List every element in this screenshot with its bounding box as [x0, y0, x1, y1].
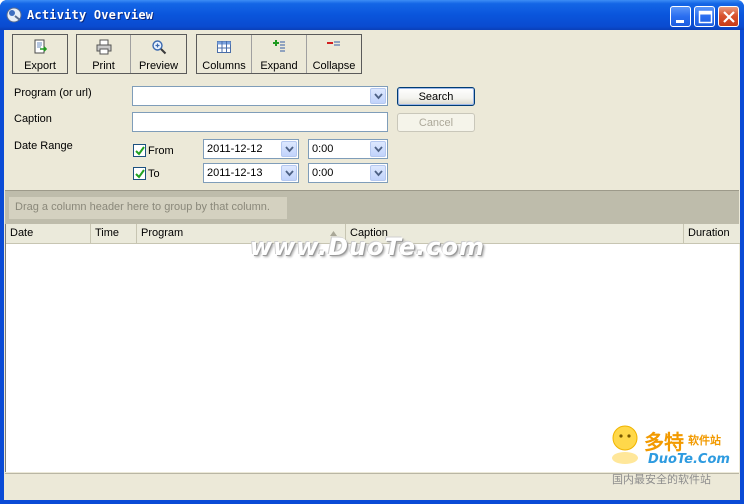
printer-icon — [96, 39, 111, 55]
corner-watermark-tagline: 国内最安全的软件站 — [612, 473, 711, 486]
collapse-label: Collapse — [312, 60, 356, 72]
search-button[interactable]: Search — [397, 87, 475, 106]
caption-label: Caption — [14, 113, 52, 125]
print-label: Print — [92, 60, 115, 72]
column-header-date[interactable]: Date — [6, 224, 91, 244]
chevron-down-icon — [374, 170, 383, 177]
cancel-button[interactable]: Cancel — [397, 113, 475, 132]
watermark-text: www.DuoTe.com — [250, 233, 485, 261]
maximize-icon — [698, 10, 713, 24]
columns-icon — [217, 41, 231, 53]
from-checkbox[interactable] — [133, 144, 146, 157]
toolbar-group-columns: Columns Expand Collapse — [196, 34, 362, 74]
program-combobox[interactable] — [132, 86, 388, 106]
from-date-value: 2011-12-12 — [207, 143, 263, 155]
checkmark-icon — [135, 146, 145, 156]
column-header-program-label: Program — [141, 227, 184, 239]
print-button[interactable]: Print — [77, 35, 131, 73]
collapse-button[interactable]: Collapse — [307, 35, 361, 73]
expand-button[interactable]: Expand — [252, 35, 307, 73]
column-header-duration[interactable]: Duration — [684, 224, 740, 244]
chevron-down-icon — [374, 146, 383, 153]
minimize-icon — [676, 20, 684, 23]
magnifier-icon — [151, 40, 166, 55]
checkmark-icon — [135, 169, 145, 179]
to-label: To — [148, 168, 160, 180]
export-icon — [34, 39, 48, 54]
to-date-value: 2011-12-13 — [207, 167, 263, 179]
group-by-hint: Drag a column header here to group by th… — [9, 197, 287, 219]
from-time-dropdown-button[interactable] — [370, 141, 386, 157]
close-icon — [723, 11, 735, 23]
chevron-down-icon — [374, 93, 383, 100]
maximize-button[interactable] — [694, 6, 715, 27]
preview-label: Preview — [138, 60, 179, 72]
columns-button[interactable]: Columns — [197, 35, 252, 73]
column-header-time[interactable]: Time — [91, 224, 137, 244]
title-bar[interactable]: Activity Overview — [0, 0, 744, 30]
to-date-dropdown-button[interactable] — [281, 165, 297, 181]
preview-button[interactable]: Preview — [131, 35, 186, 73]
export-label: Export — [24, 60, 56, 72]
expand-label: Expand — [260, 60, 298, 72]
date-range-label: Date Range — [14, 140, 73, 152]
app-window: Activity Overview Export Print Preview C… — [0, 0, 744, 504]
from-time-picker[interactable]: 0:00 — [308, 139, 388, 159]
group-by-panel[interactable]: Drag a column header here to group by th… — [5, 190, 739, 224]
caption-input[interactable] — [132, 112, 388, 132]
minimize-button[interactable] — [670, 6, 691, 27]
columns-label: Columns — [202, 60, 246, 72]
from-date-picker[interactable]: 2011-12-12 — [203, 139, 299, 159]
to-time-dropdown-button[interactable] — [370, 165, 386, 181]
toolbar-group-export: Export — [12, 34, 68, 74]
export-button[interactable]: Export — [13, 35, 67, 73]
from-label: From — [148, 145, 174, 157]
from-date-dropdown-button[interactable] — [281, 141, 297, 157]
program-dropdown-button[interactable] — [370, 88, 386, 104]
window-title: Activity Overview — [27, 8, 154, 22]
corner-watermark-logo: 多特 软件站 DuoTe.Com 国内最安全的软件站 — [604, 420, 740, 486]
expand-icon — [273, 40, 285, 52]
corner-watermark-subtitle: 软件站 — [688, 434, 721, 447]
from-time-value: 0:00 — [312, 143, 334, 155]
to-date-picker[interactable]: 2011-12-13 — [203, 163, 299, 183]
close-button[interactable] — [718, 6, 739, 27]
program-label: Program (or url) — [14, 87, 92, 99]
to-time-picker[interactable]: 0:00 — [308, 163, 388, 183]
to-checkbox[interactable] — [133, 167, 146, 180]
corner-watermark-title: 多特 — [644, 430, 684, 454]
chevron-down-icon — [285, 170, 294, 177]
toolbar-group-print: Print Preview — [76, 34, 187, 74]
app-icon — [6, 7, 22, 23]
to-time-value: 0:00 — [312, 167, 334, 179]
chevron-down-icon — [285, 146, 294, 153]
corner-watermark-url: DuoTe.Com — [648, 452, 730, 467]
collapse-icon — [327, 41, 340, 46]
mascot-icon — [612, 425, 638, 464]
